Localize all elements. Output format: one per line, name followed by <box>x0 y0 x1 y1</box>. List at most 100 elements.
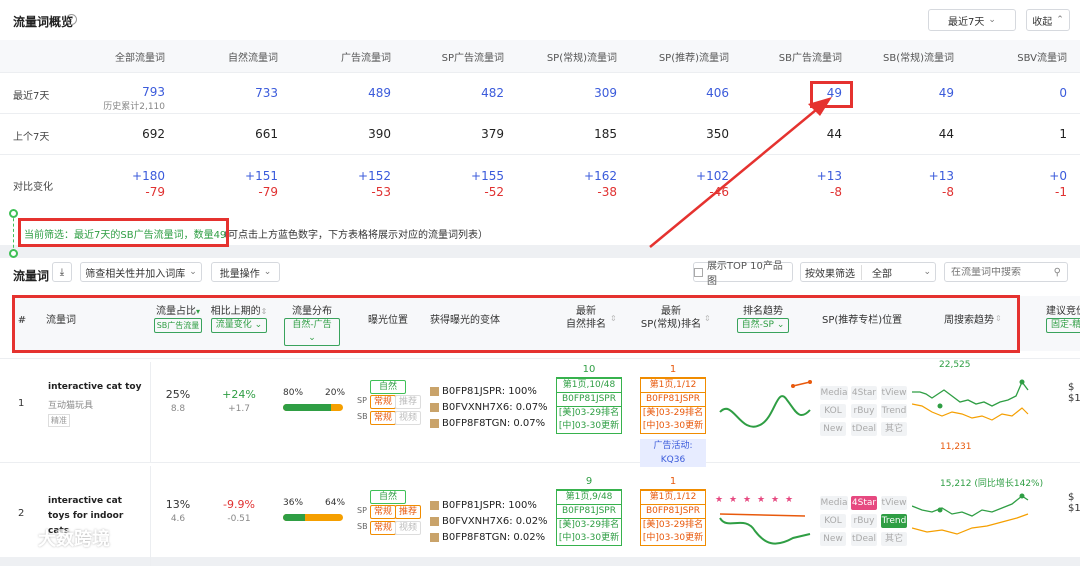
keyword-search[interactable]: ⚲ <box>944 262 1068 282</box>
sp-rank-line: [中]03-30更新 <box>642 533 704 543</box>
variant-item[interactable]: B0FVXNH7X6: 0.07% <box>430 402 548 413</box>
sp-rec-chip[interactable]: Trend <box>881 404 907 418</box>
sp-rec-chip[interactable]: Trend <box>881 514 907 528</box>
nat-rank-line: B0FP81JSPR <box>557 392 621 406</box>
sp-rank-line: [中]03-30更新 <box>642 421 704 431</box>
share-value: 13% <box>165 498 191 511</box>
weekly-top: 22,525 <box>939 360 971 370</box>
top10-toggle[interactable]: 展示TOP 10产品图 <box>693 261 793 287</box>
sp-rank-detail[interactable]: 第1页,1/12 B0FP81JSPR [美]03-29排名 [中]03-30更新 <box>640 489 706 546</box>
sp-rec-chip[interactable]: 其它 <box>881 422 907 436</box>
product-thumb-icon <box>430 500 439 510</box>
col-suggest[interactable]: 建议竞价 固定-精确 <box>1046 305 1080 333</box>
sp-rec-chip[interactable]: New <box>820 532 846 546</box>
sp-rec-chip[interactable]: tView <box>881 496 907 510</box>
product-thumb-icon <box>430 386 439 396</box>
keyword-tag: 精准 <box>48 414 70 427</box>
exp-sp-rec: 推荐 <box>395 395 422 409</box>
suggest-bid-cell: $ $1 <box>1068 492 1080 514</box>
dist-left: 36% <box>283 498 304 508</box>
variant-item[interactable]: B0FP81JSPR: 100% <box>430 386 537 397</box>
row-index: 1 <box>18 398 25 409</box>
sp-rec-chip[interactable]: tDeal <box>851 422 877 436</box>
exp-sb-video: 视频 <box>395 411 422 425</box>
sp-rank-value: 1 <box>669 364 677 375</box>
product-thumb-icon <box>430 402 439 412</box>
sp-rank-detail[interactable]: 第1页,1/12 B0FP81JSPR [美]03-29排名 [中]03-30更新 <box>640 377 706 434</box>
chevron-down-icon: ⌄ <box>189 267 197 277</box>
dist-right: 20% <box>325 388 346 398</box>
keyword-text[interactable]: interactive cat toy <box>48 380 144 395</box>
share-sub: 4.6 <box>170 514 186 524</box>
sp-rank-line: 第1页,1/12 <box>641 490 705 504</box>
batch-label: 批量操作 <box>219 268 260 280</box>
nat-rank-line: B0FP81JSPR <box>557 504 621 518</box>
table-row: 2 interactive cat toys for indoor cats 1… <box>0 466 1080 566</box>
add-to-lib-button[interactable]: 筛查相关性并加入词库 ⌄ <box>80 262 202 282</box>
nat-rank-detail[interactable]: 第1页,10/48 B0FP81JSPR [美]03-29排名 [中]03-30更新 <box>556 377 622 434</box>
dist-right: 64% <box>325 498 346 508</box>
svg-text:★: ★ <box>743 496 751 505</box>
sp-rec-chip[interactable]: New <box>820 422 846 436</box>
sp-rec-chip[interactable]: rBuy <box>851 514 877 528</box>
suggest-select[interactable]: 固定-精确 <box>1046 318 1080 333</box>
ad-activity-badge[interactable]: 广告活动: KQ36 <box>640 439 706 467</box>
nat-rank-line: 第1页,10/48 <box>557 378 621 392</box>
export-button[interactable]: ⤓ <box>52 262 72 282</box>
top10-label: 展示TOP 10产品图 <box>706 261 783 287</box>
variant-item[interactable]: B0FVXNH7X6: 0.02% <box>430 516 548 527</box>
rank-trend-chart: ★ ★ ★ ★ ★ ★ <box>715 496 811 545</box>
sp-rec-chip[interactable]: Media <box>820 496 848 510</box>
suggest-bid-cell: $ $1 <box>1068 382 1080 404</box>
sp-rec-chip[interactable]: KOL <box>820 514 846 528</box>
change-sub: -0.51 <box>227 514 251 524</box>
sp-rec-chip[interactable]: rBuy <box>851 404 877 418</box>
exp-sb-label: SB <box>357 522 368 531</box>
exp-sp-regular: 常规 <box>370 505 397 519</box>
sp-rec-chip[interactable]: 4Star <box>851 496 877 510</box>
keyword-cn: 互动猫玩具 <box>48 401 94 411</box>
svg-text:★: ★ <box>729 496 737 505</box>
nat-rank-value: 10 <box>582 364 596 375</box>
dist-bar-natural <box>283 514 305 521</box>
sp-rank-line: B0FP81JSPR <box>641 504 705 518</box>
download-icon: ⤓ <box>59 266 65 278</box>
filter-by-select[interactable]: 按效果筛选 全部 ⌄ <box>800 262 936 282</box>
sp-rec-chip[interactable]: KOL <box>820 404 846 418</box>
weekly-trend-chart <box>912 379 1029 421</box>
nat-rank-value: 9 <box>585 476 593 487</box>
weekly-bottom: 11,231 <box>940 442 972 452</box>
sp-rec-chip[interactable]: Media <box>820 386 848 400</box>
exp-natural: 自然 <box>370 490 406 504</box>
nat-rank-detail[interactable]: 第1页,9/48 B0FP81JSPR [美]03-29排名 [中]03-30更新 <box>556 489 622 546</box>
exp-sp-regular: 常规 <box>370 395 397 409</box>
row-index: 2 <box>18 508 25 519</box>
table-row: 1 interactive cat toy 互动猫玩具 精准 25% 8.8 +… <box>0 360 1080 467</box>
variant-item[interactable]: B0FP81JSPR: 100% <box>430 500 537 511</box>
exp-sb-video: 视频 <box>395 521 422 535</box>
batch-button[interactable]: 批量操作 ⌄ <box>211 262 280 282</box>
watermark-text: 大数跨境 <box>38 529 110 550</box>
variant-item[interactable]: B0FP8F8TGN: 0.07% <box>430 418 545 429</box>
annotation-box-header <box>12 295 1020 353</box>
share-sub: 8.8 <box>170 404 186 414</box>
nat-rank-line: [中]03-30更新 <box>558 421 620 431</box>
svg-text:★: ★ <box>715 496 723 505</box>
watermark-logo-icon <box>6 525 32 551</box>
nat-rank-line: [中]03-30更新 <box>558 533 620 543</box>
sp-rec-chip[interactable]: tView <box>881 386 907 400</box>
keyword-table-card: 流量词 ⤓ 筛查相关性并加入词库 ⌄ 批量操作 ⌄ 展示TOP 10产品图 按效… <box>0 258 1080 566</box>
dist-bar <box>283 404 343 411</box>
weekly-trend-chart <box>912 493 1029 535</box>
exp-sb-label: SB <box>357 412 368 421</box>
search-icon: ⚲ <box>1053 266 1061 278</box>
filter-by-label: 按效果筛选 <box>805 264 862 280</box>
search-input[interactable] <box>951 266 1045 278</box>
variant-item[interactable]: B0FP8F8TGN: 0.02% <box>430 532 545 543</box>
sp-rank-line: [美]03-29排名 <box>641 406 705 418</box>
sp-rec-chip[interactable]: tDeal <box>851 532 877 546</box>
sp-rec-chip[interactable]: 4Star <box>851 386 877 400</box>
sp-rec-chip[interactable]: 其它 <box>881 532 907 546</box>
svg-text:★: ★ <box>785 496 793 505</box>
checkbox-icon[interactable] <box>694 267 703 277</box>
